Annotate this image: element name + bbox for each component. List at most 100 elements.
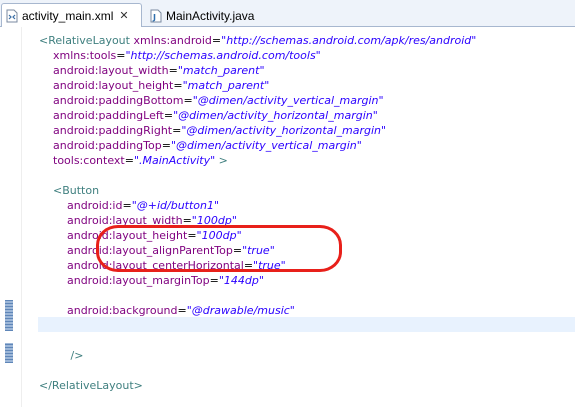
code-token-attr: android:layout_width xyxy=(66,214,183,227)
code-token-tag: > xyxy=(218,154,228,167)
code-token-eq: = xyxy=(122,199,132,212)
code-token-tag: <RelativeLayout xyxy=(39,34,130,47)
code-line: android:paddingLeft="@dimen/activity_hor… xyxy=(39,108,476,123)
code-token-val: ".MainActivity" xyxy=(133,154,216,167)
code-token-val: "http://schemas.android.com/apk/res/andr… xyxy=(221,34,477,47)
code-token-attr: android:paddingBottom xyxy=(53,94,184,107)
code-token-eq: = xyxy=(232,244,243,257)
change-marker xyxy=(5,343,13,363)
code-token-eq: = xyxy=(124,154,134,167)
code-token-eq: = xyxy=(161,139,171,152)
code-token-val: "100dp" xyxy=(196,229,242,242)
code-token-val: "true" xyxy=(242,244,275,257)
tab-label: MainActivity.java xyxy=(166,8,255,23)
code-line: <RelativeLayout xmlns:android="http://sc… xyxy=(39,33,476,48)
code-token-attr: android:background xyxy=(66,304,178,317)
tab-main-activity-java[interactable]: J MainActivity.java xyxy=(148,4,268,27)
code-token-eq: = xyxy=(182,214,192,227)
code-token-eq: = xyxy=(168,64,178,77)
code-line: android:paddingBottom="@dimen/activity_v… xyxy=(39,93,476,108)
code-text: <RelativeLayout xmlns:android="http://sc… xyxy=(39,33,476,393)
code-token-val: "@dimen/activity_vertical_margin" xyxy=(192,94,384,107)
code-token-attr: android:paddingTop xyxy=(53,139,162,152)
code-token-eq: = xyxy=(183,94,193,107)
code-token-tag: /> xyxy=(70,349,84,362)
code-token-eq: = xyxy=(177,304,187,317)
code-token-tag: </RelativeLayout> xyxy=(39,379,143,392)
code-token-attr: android:layout_marginTop xyxy=(66,274,210,287)
code-line: android:layout_width="100dp" xyxy=(39,213,476,228)
overview-ruler[interactable] xyxy=(0,27,22,407)
code-line: android:id="@+id/button1" xyxy=(39,198,476,213)
code-token-eq: = xyxy=(187,229,197,242)
code-token-attr: android:paddingRight xyxy=(53,124,173,137)
code-token-attr: android:layout_alignParentTop xyxy=(66,244,233,257)
code-token-val: "match_parent" xyxy=(182,79,270,92)
code-line: xmlns:tools="http://schemas.android.com/… xyxy=(39,48,476,63)
code-token-attr: tools:context xyxy=(53,154,125,167)
code-token-attr: xmlns:android xyxy=(133,34,212,47)
code-token-val: "@dimen/activity_horizontal_margin" xyxy=(173,109,378,122)
code-token-attr: android:layout_centerHorizontal xyxy=(66,259,244,272)
code-line: android:layout_centerHorizontal="true" xyxy=(39,258,476,273)
code-line: </RelativeLayout> xyxy=(39,378,476,393)
editor-tab-bar: activity_main.xml ✕ J MainActivity.java xyxy=(0,0,575,27)
code-line: android:layout_marginTop="144dp" xyxy=(39,273,476,288)
code-token-val: "@dimen/activity_vertical_margin" xyxy=(170,139,362,152)
code-token-val: "http://schemas.android.com/tools" xyxy=(125,49,321,62)
code-token-val: "@dimen/activity_horizontal_margin" xyxy=(181,124,387,137)
close-icon[interactable]: ✕ xyxy=(119,9,128,22)
code-line: android:background="@drawable/music" xyxy=(39,303,476,318)
java-file-icon: J xyxy=(150,9,162,23)
tab-activity-main-xml[interactable]: activity_main.xml ✕ xyxy=(1,3,142,27)
code-token-val: "true" xyxy=(253,259,286,272)
tab-label: activity_main.xml xyxy=(22,8,114,23)
code-token-attr: xmlns:tools xyxy=(53,49,117,62)
code-token-attr: android:paddingLeft xyxy=(53,109,164,122)
code-token-val: "144dp" xyxy=(218,274,264,287)
code-line: android:paddingRight="@dimen/activity_ho… xyxy=(39,123,476,138)
xml-code-editor[interactable]: <RelativeLayout xmlns:android="http://sc… xyxy=(22,27,575,407)
code-token-eq: = xyxy=(211,34,222,47)
code-token-attr: android:id xyxy=(66,199,123,212)
xml-file-icon xyxy=(6,9,18,23)
code-token-attr: android:layout_width xyxy=(53,64,169,77)
code-token-eq: = xyxy=(172,124,182,137)
code-token-eq: = xyxy=(209,274,219,287)
code-line: /> xyxy=(39,348,476,363)
code-line: android:layout_height="100dp" xyxy=(39,228,476,243)
code-line: android:layout_height="match_parent" xyxy=(39,78,476,93)
code-token-val: "match_parent" xyxy=(177,64,265,77)
code-line: <Button xyxy=(39,183,476,198)
code-line: android:paddingTop="@dimen/activity_vert… xyxy=(39,138,476,153)
code-token-eq: = xyxy=(163,109,174,122)
code-line: tools:context=".MainActivity" > xyxy=(39,153,476,168)
code-token-val: "100dp" xyxy=(191,214,237,227)
code-line: android:layout_alignParentTop="true" xyxy=(39,243,476,258)
code-token-eq: = xyxy=(173,79,183,92)
code-token-attr: android:layout_height xyxy=(66,229,188,242)
code-line: android:layout_width="match_parent" xyxy=(39,63,476,78)
code-token-tag: <Button xyxy=(53,184,100,197)
